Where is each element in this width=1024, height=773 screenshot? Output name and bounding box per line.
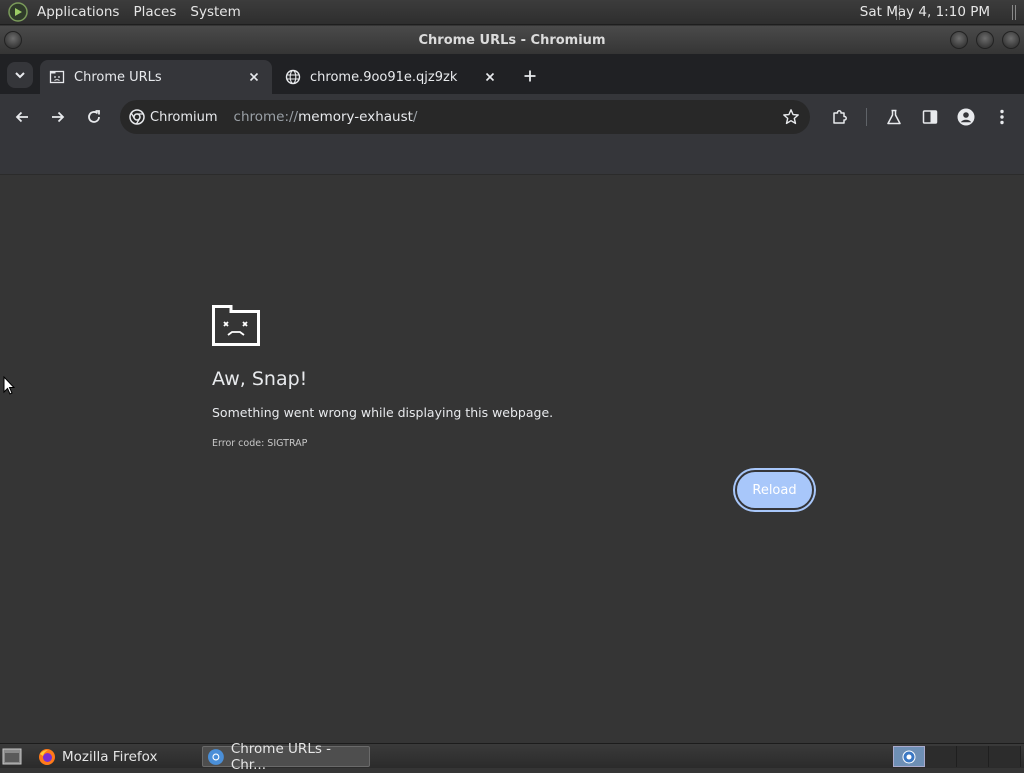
back-button[interactable] [10,105,34,129]
workspace-4[interactable] [989,746,1021,767]
taskbar-item-firefox[interactable]: Mozilla Firefox [34,746,198,767]
taskbar-item-chromium[interactable]: Chrome URLs - Chr... [202,741,370,773]
tab-title: Chrome URLs [74,69,162,85]
panel-handle [1012,5,1016,20]
extensions-button[interactable] [828,105,852,129]
window-menu-button[interactable] [4,31,22,49]
browser-toolbar: Chromium chrome://memory-exhaust/ [0,94,1024,140]
side-panel-icon [922,110,938,124]
site-chip-label: Chromium [150,109,218,125]
labs-button[interactable] [882,105,906,129]
tab-close-button[interactable] [480,67,500,87]
panel-menu: Applications Places System [30,0,248,24]
tab-search-button[interactable] [7,62,33,88]
applications-menu[interactable]: Applications [30,0,126,25]
window-titlebar[interactable]: Chrome URLs - Chromium [0,26,1024,54]
refresh-icon [88,110,100,123]
chevron-down-icon [15,72,25,79]
tab-title: chrome.9oo91e.qjz9zk [310,69,458,85]
tab-chrome-9oo91e[interactable]: chrome.9oo91e.qjz9zk [276,60,508,94]
show-desktop-icon[interactable] [2,748,22,765]
workspace-2[interactable] [925,746,957,767]
puzzle-icon [833,110,847,124]
error-code: Error code: SIGTRAP [212,438,308,449]
tab-chrome-urls[interactable]: Chrome URLs [40,60,272,94]
close-icon [485,72,495,82]
sad-tab-icon [212,305,260,346]
bookmarks-bar [0,140,1024,175]
url-path: / [412,109,418,125]
bottom-taskbar: Mozilla Firefox Chrome URLs - Chr... [0,741,1024,773]
places-menu[interactable]: Places [126,0,183,25]
url-scheme: chrome:// [233,109,299,125]
system-menu[interactable]: System [183,0,247,25]
chromium-icon [207,748,224,765]
chromium-icon [129,109,145,125]
site-info-chip[interactable]: Chromium [129,109,218,125]
profile-button[interactable] [954,105,978,129]
forward-button[interactable] [46,105,70,129]
tab-close-button[interactable] [244,67,264,87]
address-bar[interactable]: Chromium chrome://memory-exhaust/ [120,100,810,134]
chromium-icon [902,750,916,763]
close-window-button[interactable] [1002,31,1020,49]
arrow-right-icon [52,111,65,123]
firefox-icon [39,748,55,765]
workspace-1[interactable] [893,746,925,767]
error-heading: Aw, Snap! [212,368,308,390]
kebab-menu-icon [1000,109,1004,125]
menu-button[interactable] [990,105,1014,129]
error-message: Something went wrong while displaying th… [212,405,554,420]
maximize-button[interactable] [976,31,994,49]
close-icon [249,72,259,82]
arrow-left-icon [15,111,28,123]
reload-toolbar-button[interactable] [82,105,106,129]
page-content: Aw, Snap! Something went wrong while dis… [0,176,1024,742]
top-panel: Applications Places System Sat May 4, 1:… [0,0,1024,25]
distro-logo-icon[interactable] [8,2,28,22]
window-title: Chrome URLs - Chromium [418,32,606,48]
side-panel-button[interactable] [918,105,942,129]
url-text[interactable]: chrome://memory-exhaust/ [234,109,418,125]
workspace-switcher [893,746,1023,767]
plus-icon [524,70,536,82]
toolbar-separator [866,108,867,126]
reload-button[interactable]: Reload [735,470,814,510]
mouse-pointer-icon [3,376,15,395]
task-label: Mozilla Firefox [62,748,158,765]
sad-page-icon [49,70,65,84]
clock[interactable]: Sat May 4, 1:10 PM [860,0,990,25]
minimize-button[interactable] [950,31,968,49]
tab-strip: Chrome URLs chrome.9oo91e.qjz9zk [0,54,1024,94]
url-host: memory-exhaust [298,109,413,125]
new-tab-button[interactable] [520,66,540,86]
workspace-3[interactable] [957,746,989,767]
bookmark-star-icon[interactable] [782,108,800,126]
globe-icon [285,69,301,85]
avatar-icon [957,108,975,126]
flask-icon [887,109,901,125]
